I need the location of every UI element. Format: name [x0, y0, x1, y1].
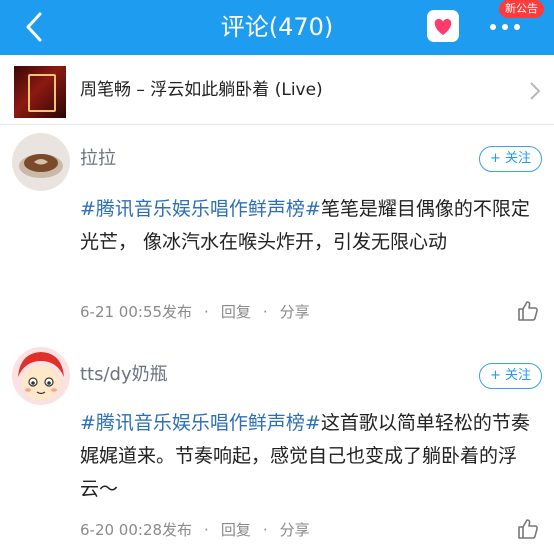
comment-item: 拉拉 + 关注 #腾讯音乐娱乐唱作鲜声榜#笔笔是耀目偶像的不限定光芒， 像冰汽水… — [0, 125, 554, 335]
new-announcement-badge[interactable]: 新公告 — [499, 0, 544, 18]
comment-text: #腾讯音乐娱乐唱作鲜声榜#这首歌以简单轻松的节奏娓娓道来。节奏响起，感觉自己也变… — [80, 407, 530, 506]
follow-button[interactable]: + 关注 — [478, 363, 542, 389]
song-row[interactable]: 周笔畅 – 浮云如此躺卧着 (Live) — [0, 58, 554, 124]
comment-username[interactable]: 拉拉 — [80, 147, 116, 171]
album-cover — [14, 66, 66, 118]
thumbs-up-icon[interactable] — [516, 299, 540, 323]
separator: · — [262, 521, 268, 539]
chevron-right-icon — [530, 82, 541, 100]
hashtag-link[interactable]: #腾讯音乐娱乐唱作鲜声榜# — [80, 412, 321, 434]
hashtag-link[interactable]: #腾讯音乐娱乐唱作鲜声榜# — [80, 198, 321, 220]
separator: · — [204, 521, 209, 539]
follow-button[interactable]: + 关注 — [478, 146, 542, 172]
page-title: 评论(470) — [220, 13, 334, 41]
separator: · — [262, 303, 268, 321]
song-title: 周笔畅 – 浮云如此躺卧着 (Live) — [80, 80, 323, 100]
reply-button[interactable]: 回复 — [221, 521, 251, 539]
heart-icon — [434, 18, 452, 35]
comment-time: 6-20 00:28发布 — [80, 521, 193, 539]
comment-text: #腾讯音乐娱乐唱作鲜声榜#笔笔是耀目偶像的不限定光芒， 像冰汽水在喉头炸开，引发… — [80, 193, 530, 259]
thumbs-up-icon[interactable] — [516, 517, 540, 541]
separator: · — [204, 303, 209, 321]
top-bar: 评论(470) 新公告 — [0, 0, 554, 55]
comment-time: 6-21 00:55发布 — [80, 303, 193, 321]
avatar[interactable] — [12, 347, 70, 405]
favorite-button[interactable] — [427, 10, 459, 42]
share-button[interactable]: 分享 — [280, 521, 310, 539]
comment-username[interactable]: tts/dy奶瓶 — [80, 363, 168, 387]
avatar[interactable] — [12, 133, 70, 191]
reply-button[interactable]: 回复 — [221, 303, 251, 321]
comment-item: tts/dy奶瓶 + 关注 #腾讯音乐娱乐唱作鲜声榜#这首歌以简单轻松的节奏娓娓… — [0, 343, 554, 555]
comment-meta: 6-20 00:28发布 · 回复 · 分享 — [80, 519, 310, 541]
comment-meta: 6-21 00:55发布 · 回复 · 分享 — [80, 301, 310, 323]
share-button[interactable]: 分享 — [280, 303, 310, 321]
